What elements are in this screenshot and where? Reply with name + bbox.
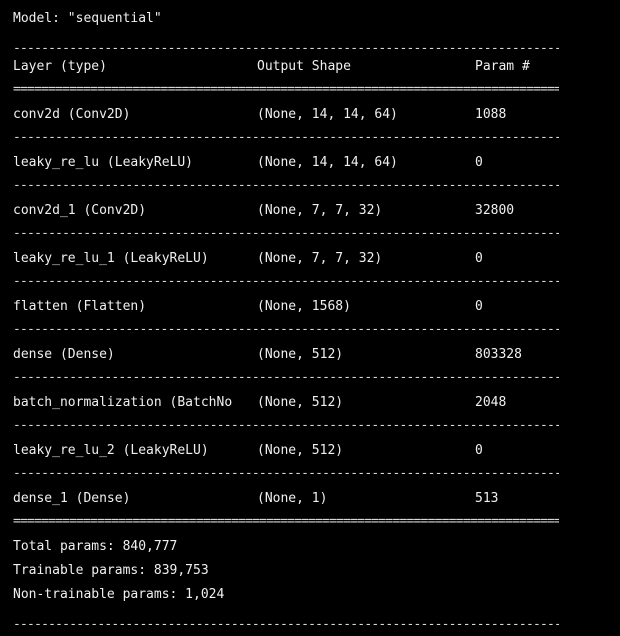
row-layer-type: leaky_re_lu_2 (LeakyReLU) — [13, 443, 209, 458]
separator-dashed: ----------------------------------------… — [13, 43, 559, 55]
separator-dashed: ----------------------------------------… — [13, 372, 559, 384]
separator-dashed: ----------------------------------------… — [13, 276, 559, 288]
row-output-shape: (None, 14, 14, 64) — [257, 155, 398, 170]
row-output-shape: (None, 1) — [257, 491, 328, 506]
row-output-shape: (None, 512) — [257, 395, 344, 410]
row-param-count: 1088 — [475, 107, 507, 122]
separator-dashed: ----------------------------------------… — [13, 420, 559, 432]
separator-double: ========================================… — [13, 84, 559, 96]
row-output-shape: (None, 7, 7, 32) — [257, 203, 383, 218]
separator-dashed: ----------------------------------------… — [13, 324, 559, 336]
trainable-params: Trainable params: 839,753 — [13, 563, 209, 578]
row-layer-type: dense_1 (Dense) — [13, 491, 131, 506]
header-param-count: Param # — [475, 59, 530, 74]
row-param-count: 2048 — [475, 395, 507, 410]
model-summary-output: Model: "sequential" --------------------… — [0, 0, 620, 636]
row-layer-type: conv2d_1 (Conv2D) — [13, 203, 147, 218]
separator-dashed: ----------------------------------------… — [13, 132, 559, 144]
non-trainable-params: Non-trainable params: 1,024 — [13, 587, 225, 602]
row-param-count: 803328 — [475, 347, 522, 362]
separator-dashed: ----------------------------------------… — [13, 228, 559, 240]
row-param-count: 0 — [475, 155, 483, 170]
row-param-count: 513 — [475, 491, 499, 506]
row-layer-type: leaky_re_lu (LeakyReLU) — [13, 155, 194, 170]
row-output-shape: (None, 512) — [257, 443, 344, 458]
row-output-shape: (None, 1568) — [257, 299, 351, 314]
total-params: Total params: 840,777 — [13, 539, 178, 554]
row-layer-type: leaky_re_lu_1 (LeakyReLU) — [13, 251, 209, 266]
header-layer-type: Layer (type) — [13, 59, 107, 74]
row-layer-type: conv2d (Conv2D) — [13, 107, 131, 122]
separator-dashed: ----------------------------------------… — [13, 619, 559, 631]
header-output-shape: Output Shape — [257, 59, 351, 74]
table-header: Layer (type) Output Shape Param # — [13, 58, 530, 76]
row-output-shape: (None, 512) — [257, 347, 344, 362]
row-param-count: 32800 — [475, 203, 515, 218]
separator-dashed: ----------------------------------------… — [13, 180, 559, 192]
row-layer-type: flatten (Flatten) — [13, 299, 147, 314]
row-param-count: 0 — [475, 251, 483, 266]
row-param-count: 0 — [475, 443, 483, 458]
separator-dashed: ----------------------------------------… — [13, 468, 559, 480]
row-output-shape: (None, 14, 14, 64) — [257, 107, 398, 122]
row-param-count: 0 — [475, 299, 483, 314]
row-layer-type: dense (Dense) — [13, 347, 115, 362]
row-layer-type: batch_normalization (BatchNo — [13, 395, 233, 410]
row-output-shape: (None, 7, 7, 32) — [257, 251, 383, 266]
separator-double: ========================================… — [13, 516, 559, 528]
model-name-line: Model: "sequential" — [13, 11, 162, 26]
